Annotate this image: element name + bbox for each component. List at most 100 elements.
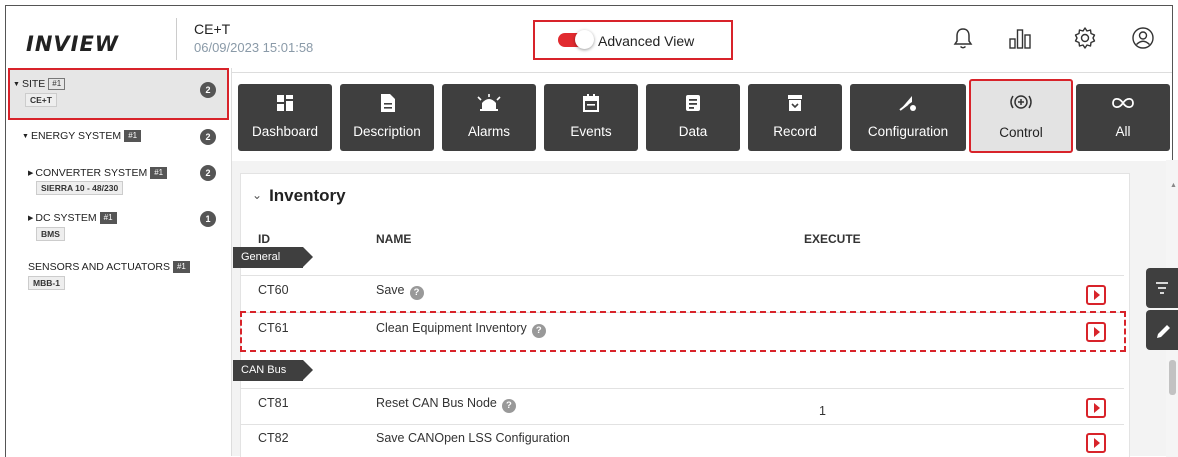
tab-data[interactable]: Data bbox=[646, 84, 740, 151]
view-toolbar: Dashboard Description Alarms Events Data… bbox=[232, 73, 1172, 165]
row-name-text: Save bbox=[376, 283, 405, 297]
tab-label: Control bbox=[999, 125, 1043, 140]
gear-icon[interactable] bbox=[1073, 26, 1099, 52]
equipment-tree: ▼ SITE #1 CE+T 2 ▼ ENERGY SYSTEM #1 2 ▶ CONVE… bbox=[6, 68, 232, 456]
energy-count-badge: 2 bbox=[200, 129, 216, 145]
tab-events[interactable]: Events bbox=[544, 84, 638, 151]
converter-tag: #1 bbox=[150, 167, 168, 179]
scrollbar-thumb[interactable] bbox=[1169, 360, 1176, 395]
edit-icon bbox=[1157, 325, 1170, 338]
row-divider bbox=[240, 275, 1124, 276]
document-icon bbox=[381, 94, 395, 112]
help-icon[interactable]: ? bbox=[531, 324, 546, 338]
tab-all[interactable]: All bbox=[1076, 84, 1170, 151]
data-icon bbox=[686, 95, 700, 111]
caret-down-icon: ▼ bbox=[13, 81, 20, 88]
tab-label: Record bbox=[773, 124, 817, 139]
row-name-ct82: Save CANOpen LSS Configuration bbox=[376, 431, 570, 445]
tree-node-sensors-actuators[interactable]: SENSORS AND ACTUATORS #1 bbox=[28, 261, 190, 273]
top-header: INVIEW CE+T 06/09/2023 15:01:58 Advanced… bbox=[6, 6, 1172, 73]
chevron-down-icon: ⌄ bbox=[252, 188, 263, 202]
tab-record[interactable]: Record bbox=[748, 84, 842, 151]
advanced-view-control[interactable]: Advanced View bbox=[533, 20, 733, 60]
caret-down-icon: ▼ bbox=[22, 133, 29, 140]
energy-tag: #1 bbox=[124, 130, 142, 142]
edit-button[interactable] bbox=[1146, 310, 1178, 350]
sensors-label: SENSORS AND ACTUATORS bbox=[28, 261, 170, 273]
tab-configuration[interactable]: Configuration bbox=[850, 84, 966, 151]
filter-button[interactable] bbox=[1146, 268, 1178, 308]
site-count-badge: 2 bbox=[200, 82, 216, 98]
alarm-icon bbox=[477, 94, 501, 111]
site-label: SITE bbox=[21, 78, 46, 90]
site-name: CE+T bbox=[194, 21, 231, 37]
site-datetime: 06/09/2023 15:01:58 bbox=[194, 40, 314, 55]
converter-count-badge: 2 bbox=[200, 165, 216, 181]
tree-node-dc-system[interactable]: ▶ DC SYSTEM #1 bbox=[28, 212, 117, 224]
dc-count-badge: 1 bbox=[200, 211, 216, 227]
row-id-ct61: CT61 bbox=[258, 321, 289, 335]
row-divider bbox=[240, 424, 1124, 425]
dc-tag: #1 bbox=[99, 212, 117, 224]
help-icon[interactable]: ? bbox=[501, 399, 516, 413]
execute-button-ct82[interactable] bbox=[1086, 433, 1106, 453]
user-icon[interactable] bbox=[1131, 26, 1157, 52]
calendar-icon bbox=[583, 94, 599, 112]
tree-label-site[interactable]: ▼ SITE #1 bbox=[13, 78, 66, 90]
tab-label: Alarms bbox=[467, 124, 510, 139]
execute-button-ct81[interactable] bbox=[1086, 398, 1106, 418]
configuration-icon bbox=[899, 96, 916, 111]
inventory-title: Inventory bbox=[269, 186, 346, 205]
row-name-ct61: Clean Equipment Inventory? bbox=[376, 321, 546, 338]
header-divider bbox=[176, 18, 177, 60]
tab-control[interactable]: Control bbox=[969, 79, 1073, 153]
row-id-ct60: CT60 bbox=[258, 283, 289, 297]
chart-icon[interactable] bbox=[1008, 27, 1034, 53]
row-name-text: Reset CAN Bus Node bbox=[376, 396, 497, 410]
help-icon[interactable]: ? bbox=[409, 286, 424, 300]
converter-label: CONVERTER SYSTEM bbox=[35, 167, 148, 179]
inventory-header[interactable]: ⌄ Inventory bbox=[252, 186, 346, 206]
column-header-execute: EXECUTE bbox=[804, 232, 861, 246]
row-name-text: Clean Equipment Inventory bbox=[376, 321, 527, 335]
tab-label: Dashboard bbox=[251, 124, 319, 139]
control-icon bbox=[1010, 95, 1032, 109]
row-divider bbox=[240, 388, 1124, 389]
scroll-up-arrow-icon[interactable]: ▲ bbox=[1170, 182, 1177, 189]
tab-label: Description bbox=[353, 124, 421, 139]
highlight-row-ct61 bbox=[240, 311, 1126, 352]
tab-description[interactable]: Description bbox=[340, 84, 434, 151]
caret-right-icon: ▶ bbox=[28, 170, 34, 177]
tab-label: Events bbox=[570, 124, 612, 139]
row-name-ct81: Reset CAN Bus Node? bbox=[376, 396, 516, 413]
toggle-knob bbox=[575, 30, 594, 49]
energy-label: ENERGY SYSTEM bbox=[30, 130, 122, 142]
infinity-icon bbox=[1112, 97, 1134, 109]
tree-node-energy-system[interactable]: ▼ ENERGY SYSTEM #1 bbox=[22, 130, 142, 142]
site-subtag: CE+T bbox=[25, 93, 57, 107]
group-tag-general: General bbox=[233, 247, 313, 268]
archive-icon bbox=[788, 95, 802, 111]
column-header-name: NAME bbox=[376, 232, 412, 246]
column-header-id: ID bbox=[258, 232, 270, 246]
execute-button-ct61[interactable] bbox=[1086, 322, 1106, 342]
dc-subtag: BMS bbox=[36, 227, 65, 241]
bell-icon[interactable] bbox=[952, 26, 978, 52]
filter-icon bbox=[1156, 282, 1168, 294]
site-tag: #1 bbox=[48, 78, 66, 90]
vertical-scrollbar[interactable] bbox=[1166, 160, 1178, 457]
sensors-tag: #1 bbox=[172, 261, 190, 273]
caret-right-icon: ▶ bbox=[28, 215, 34, 222]
row-value-ct81: 1 bbox=[819, 404, 826, 418]
tab-label: Data bbox=[678, 124, 708, 139]
execute-button-ct60[interactable] bbox=[1086, 285, 1106, 305]
row-id-ct82: CT82 bbox=[258, 431, 289, 445]
advanced-view-toggle[interactable] bbox=[558, 30, 594, 49]
sensors-subtag: MBB-1 bbox=[28, 276, 65, 290]
tree-node-converter-system[interactable]: ▶ CONVERTER SYSTEM #1 bbox=[28, 167, 168, 179]
tab-dashboard[interactable]: Dashboard bbox=[238, 84, 332, 151]
row-id-ct81: CT81 bbox=[258, 396, 289, 410]
tab-alarms[interactable]: Alarms bbox=[442, 84, 536, 151]
tab-label: Configuration bbox=[867, 124, 949, 139]
tab-label: All bbox=[1115, 124, 1131, 139]
